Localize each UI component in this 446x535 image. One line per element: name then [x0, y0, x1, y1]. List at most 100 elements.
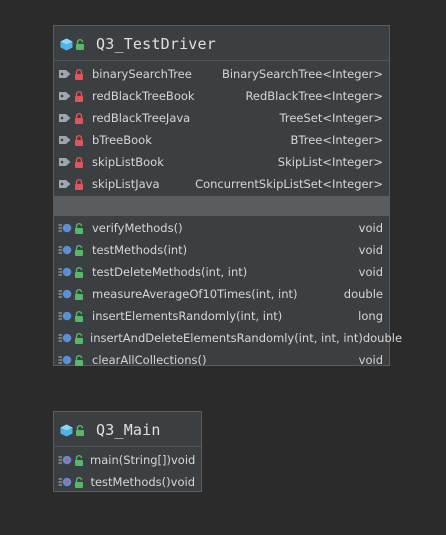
- field-name: skipListJava: [92, 177, 160, 191]
- field-tag-icon: [59, 70, 71, 78]
- method-row[interactable]: main(String[]) void: [54, 449, 201, 471]
- field-icon: [58, 112, 86, 124]
- lock-open-icon: [76, 38, 84, 50]
- method-icon: [58, 289, 72, 299]
- method-icon: [58, 354, 86, 366]
- field-type: SkipList<Integer>: [277, 155, 383, 169]
- method-icon: [58, 454, 84, 466]
- field-name: bTreeBook: [92, 133, 152, 147]
- field-tag-icon: [59, 92, 71, 100]
- return-type: void: [358, 265, 383, 279]
- lock-closed-icon: [75, 134, 83, 146]
- method-icon: [58, 355, 72, 365]
- return-type: long: [358, 309, 383, 323]
- method-signature: insertAndDeleteElementsRandomly(int, int…: [90, 331, 363, 345]
- lock-closed-icon: [75, 112, 83, 124]
- method-icon: [58, 332, 84, 344]
- method-signature: clearAllCollections(): [92, 353, 207, 367]
- field-type: TreeSet<Integer>: [279, 111, 383, 125]
- method-row[interactable]: measureAverageOf10Times(int, int) double: [54, 283, 389, 305]
- method-row[interactable]: testMethods() void: [54, 471, 201, 493]
- method-row[interactable]: insertAndDeleteElementsRandomly(int, int…: [54, 327, 402, 349]
- field-row[interactable]: redBlackTreeBook RedBlackTree<Integer>: [54, 85, 389, 107]
- method-icon: [58, 222, 86, 234]
- field-name: redBlackTreeJava: [92, 111, 191, 125]
- lock-open-icon: [75, 266, 83, 278]
- field-row[interactable]: skipListBook SkipList<Integer>: [54, 151, 389, 173]
- method-icon: [58, 266, 86, 278]
- lock-closed-icon: [75, 156, 83, 168]
- method-icon: [58, 333, 72, 343]
- methods-compartment: verifyMethods() void testMethods(int) void…: [54, 216, 402, 371]
- method-icon: [58, 267, 72, 277]
- class-header: Q3_TestDriver: [54, 28, 389, 61]
- lock-open-icon: [75, 332, 83, 344]
- field-type: RedBlackTree<Integer>: [245, 89, 383, 103]
- return-type: void: [170, 475, 195, 489]
- field-icon: [58, 68, 86, 80]
- method-signature: main(String[]): [90, 453, 171, 467]
- field-icon: [58, 156, 86, 168]
- method-row[interactable]: clearAllCollections() void: [54, 349, 389, 371]
- method-signature: insertElementsRandomly(int, int): [92, 309, 283, 323]
- lock-closed-icon: [75, 90, 83, 102]
- method-signature: verifyMethods(): [92, 221, 183, 235]
- field-icon: [58, 178, 86, 190]
- method-signature: testMethods(int): [92, 243, 188, 257]
- method-icon: [58, 223, 72, 233]
- class-name: Q3_Main: [96, 421, 161, 439]
- field-row[interactable]: binarySearchTree BinarySearchTree<Integer…: [54, 63, 389, 85]
- method-row[interactable]: insertElementsRandomly(int, int) long: [54, 305, 389, 327]
- class-box-q3-testdriver[interactable]: Q3_TestDriver binarySearchTree BinarySear…: [53, 25, 402, 367]
- lock-closed-icon: [75, 68, 83, 80]
- return-type: void: [358, 243, 383, 257]
- methods-compartment: main(String[]) void testMethods() void: [54, 447, 201, 493]
- method-icon: [58, 245, 72, 255]
- field-name: binarySearchTree: [92, 67, 192, 81]
- class-icon: [60, 424, 88, 437]
- method-icon: [58, 476, 84, 488]
- method-signature: testDeleteMethods(int, int): [92, 265, 248, 279]
- lock-open-icon: [75, 454, 83, 466]
- method-row[interactable]: verifyMethods() void: [54, 217, 389, 239]
- return-type: double: [362, 331, 403, 345]
- method-signature: measureAverageOf10Times(int, int): [92, 287, 298, 301]
- field-tag-icon: [59, 114, 71, 122]
- method-row[interactable]: testMethods(int) void: [54, 239, 389, 261]
- method-icon: [58, 477, 72, 487]
- method-row[interactable]: testDeleteMethods(int, int) void: [54, 261, 389, 283]
- compartment-separator: [54, 196, 389, 216]
- field-name: skipListBook: [92, 155, 164, 169]
- fields-compartment: binarySearchTree BinarySearchTree<Integer…: [54, 61, 389, 195]
- method-icon: [58, 244, 86, 256]
- return-type: double: [343, 287, 383, 301]
- method-signature: testMethods(): [90, 475, 171, 489]
- lock-open-icon: [75, 476, 83, 488]
- method-icon: [58, 311, 72, 321]
- uml-diagram-canvas: Q3_TestDriver binarySearchTree BinarySear…: [0, 0, 446, 535]
- field-row[interactable]: bTreeBook BTree<Integer>: [54, 129, 389, 151]
- field-tag-icon: [59, 158, 71, 166]
- lock-open-icon: [76, 424, 84, 436]
- method-icon: [58, 288, 86, 300]
- lock-open-icon: [75, 288, 83, 300]
- field-tag-icon: [59, 136, 71, 144]
- lock-open-icon: [75, 222, 83, 234]
- field-icon: [58, 90, 86, 102]
- return-type: void: [358, 353, 383, 367]
- lock-open-icon: [75, 310, 83, 322]
- lock-open-icon: [75, 244, 83, 256]
- class-box-q3-main[interactable]: Q3_Main main(String[]) void testMethods()…: [53, 411, 202, 492]
- field-icon: [58, 134, 86, 146]
- class-name: Q3_TestDriver: [96, 35, 216, 53]
- method-icon: [58, 310, 86, 322]
- class-icon: [60, 38, 88, 51]
- return-type: void: [358, 221, 383, 235]
- field-row[interactable]: redBlackTreeJava TreeSet<Integer>: [54, 107, 389, 129]
- field-row[interactable]: skipListJava ConcurrentSkipListSet<Intege…: [54, 173, 389, 195]
- field-tag-icon: [59, 180, 71, 188]
- field-type: ConcurrentSkipListSet<Integer>: [195, 177, 383, 191]
- class-header: Q3_Main: [54, 414, 201, 447]
- field-name: redBlackTreeBook: [92, 89, 195, 103]
- method-icon: [58, 455, 72, 465]
